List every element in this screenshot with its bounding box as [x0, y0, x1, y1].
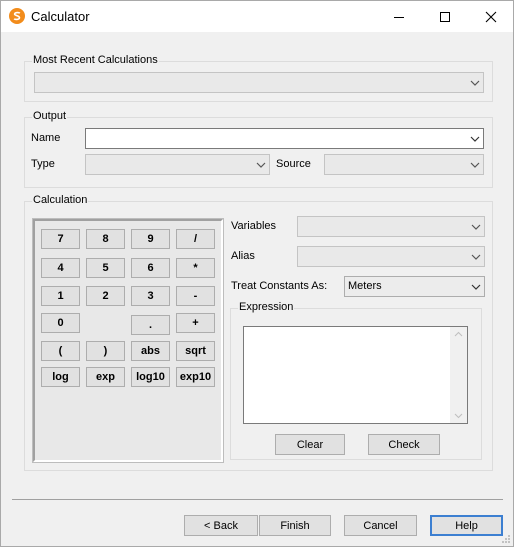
expression-scrollbar[interactable] — [450, 327, 467, 423]
key-1[interactable]: 1 — [41, 286, 80, 306]
resize-grip-icon[interactable] — [501, 534, 511, 544]
key-7[interactable]: 7 — [41, 229, 80, 249]
key-8[interactable]: 8 — [86, 229, 125, 249]
expression-group-label: Expression — [238, 301, 295, 313]
chevron-down-icon — [470, 136, 480, 142]
clear-button[interactable]: Clear — [275, 434, 345, 455]
key-5[interactable]: 5 — [86, 258, 125, 278]
recent-group-label: Most Recent Calculations — [32, 54, 159, 66]
chevron-down-icon — [454, 413, 463, 419]
key-3[interactable]: 3 — [131, 286, 170, 306]
key-9[interactable]: 9 — [131, 229, 170, 249]
key-log[interactable]: log — [41, 367, 80, 387]
footer-divider — [12, 499, 503, 500]
check-button[interactable]: Check — [368, 434, 440, 455]
type-dropdown[interactable] — [85, 154, 270, 175]
key-left-paren[interactable]: ( — [41, 341, 80, 361]
key-0[interactable]: 0 — [41, 313, 80, 333]
recent-calculations-dropdown[interactable] — [34, 72, 484, 93]
variables-label: Variables — [231, 220, 277, 232]
minimize-icon — [394, 16, 404, 18]
source-label: Source — [276, 158, 311, 170]
treat-constants-dropdown[interactable]: Meters — [344, 276, 485, 297]
source-dropdown[interactable] — [324, 154, 484, 175]
key-exp[interactable]: exp — [86, 367, 125, 387]
variables-dropdown[interactable] — [297, 216, 485, 237]
maximize-button[interactable] — [422, 1, 468, 32]
calculation-group-label: Calculation — [32, 194, 89, 206]
cancel-button[interactable]: Cancel — [344, 515, 417, 536]
title-bar[interactable]: Calculator — [1, 1, 513, 32]
alias-dropdown[interactable] — [297, 246, 485, 267]
output-group-label: Output — [32, 110, 68, 122]
chevron-down-icon — [471, 224, 481, 230]
name-label: Name — [31, 132, 61, 144]
name-combobox[interactable] — [85, 128, 484, 149]
close-icon — [485, 11, 497, 22]
key-sqrt[interactable]: sqrt — [176, 341, 215, 361]
calculator-window: Calculator Most Recent Calculations Outp… — [0, 0, 514, 547]
key-divide[interactable]: / — [176, 229, 215, 249]
key-log10[interactable]: log10 — [131, 367, 170, 387]
type-label: Type — [31, 158, 55, 170]
expression-textarea[interactable] — [243, 326, 468, 424]
minimize-button[interactable] — [376, 1, 422, 32]
chevron-down-icon — [471, 284, 481, 290]
treat-constants-value: Meters — [348, 280, 382, 292]
key-multiply[interactable]: * — [176, 258, 215, 278]
alias-label: Alias — [231, 250, 255, 262]
key-exp10[interactable]: exp10 — [176, 367, 215, 387]
chevron-up-icon — [454, 331, 463, 337]
key-2[interactable]: 2 — [86, 286, 125, 306]
keypad-panel: 7 8 9 / 4 5 6 * 1 2 3 - 0 . + ( ) abs sq… — [32, 218, 224, 463]
key-decimal[interactable]: . — [131, 315, 170, 335]
maximize-icon — [440, 11, 450, 22]
key-subtract[interactable]: - — [176, 286, 215, 306]
chevron-down-icon — [256, 162, 266, 168]
key-6[interactable]: 6 — [131, 258, 170, 278]
close-button[interactable] — [468, 1, 514, 32]
key-4[interactable]: 4 — [41, 258, 80, 278]
help-button[interactable]: Help — [430, 515, 503, 536]
chevron-down-icon — [471, 254, 481, 260]
chevron-down-icon — [470, 162, 480, 168]
key-abs[interactable]: abs — [131, 341, 170, 361]
finish-button[interactable]: Finish — [259, 515, 331, 536]
app-icon — [9, 8, 25, 24]
key-add[interactable]: + — [176, 313, 215, 333]
back-button[interactable]: < Back — [184, 515, 258, 536]
chevron-down-icon — [470, 80, 480, 86]
window-title: Calculator — [31, 9, 90, 24]
treat-constants-label: Treat Constants As: — [231, 280, 328, 292]
key-right-paren[interactable]: ) — [86, 341, 125, 361]
